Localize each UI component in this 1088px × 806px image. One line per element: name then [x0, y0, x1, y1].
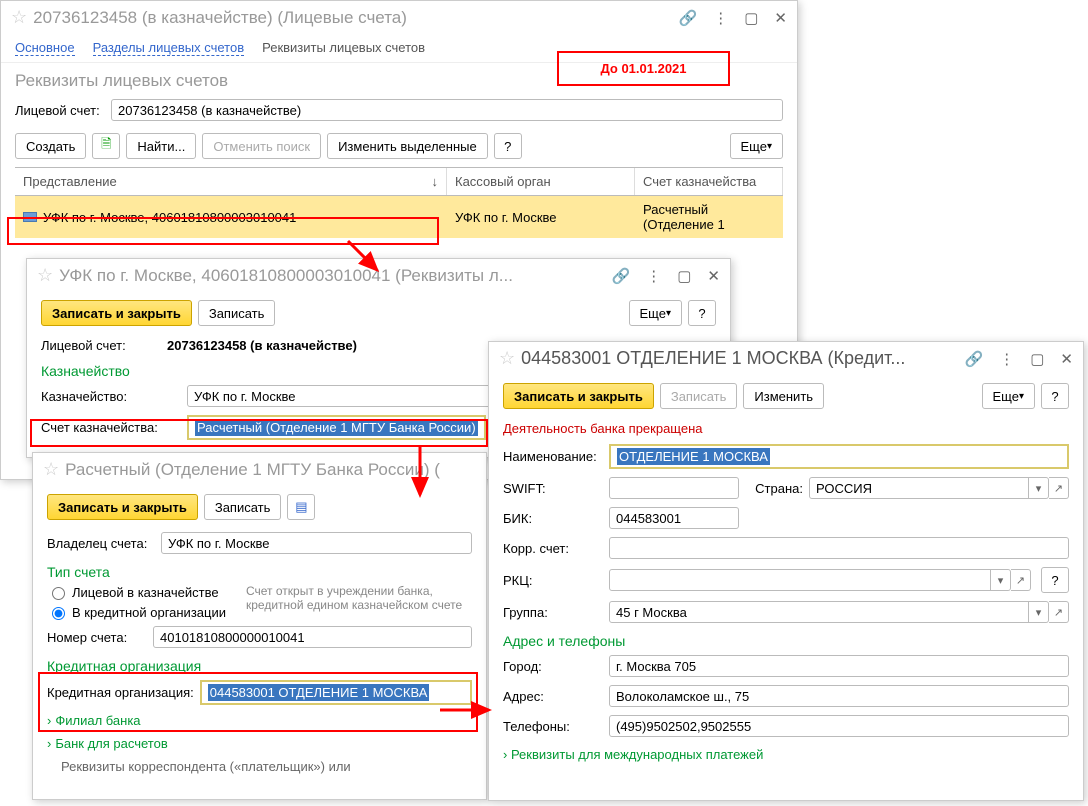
change-selected-button[interactable]: Изменить выделенные	[327, 133, 488, 159]
maximize-icon[interactable]: ▢	[744, 9, 758, 27]
country-input[interactable]: РОССИЯ	[809, 477, 1029, 499]
tab-main[interactable]: Основное	[15, 40, 75, 56]
number-input[interactable]: 40101810800000010041	[153, 626, 472, 648]
country-label: Страна:	[753, 481, 803, 496]
menu-icon[interactable]: ⋮	[646, 267, 661, 285]
window-title: 20736123458 (в казначействе) (Лицевые сч…	[33, 8, 672, 28]
link-icon[interactable]: 🔗	[612, 267, 631, 285]
star-icon[interactable]: ☆	[11, 7, 27, 28]
treasury-label: Казначейство:	[41, 389, 181, 404]
address-title: Адрес и телефоны	[489, 627, 1083, 651]
open-icon[interactable]: ↗	[1049, 601, 1069, 623]
red-notice: До 01.01.2021	[557, 51, 730, 86]
more-button[interactable]: Еще ▾	[730, 133, 783, 159]
bik-label: БИК:	[503, 511, 603, 526]
link-icon[interactable]: 🔗	[679, 9, 698, 27]
account-label: Лицевой счет:	[15, 103, 105, 118]
more-button[interactable]: Еще ▾	[982, 383, 1035, 409]
open-icon[interactable]: ↗	[1049, 477, 1069, 499]
cancel-search-button: Отменить поиск	[202, 133, 321, 159]
name-label: Наименование:	[503, 449, 603, 464]
help-button[interactable]: ?	[494, 133, 522, 159]
swift-label: SWIFT:	[503, 481, 603, 496]
city-input[interactable]: г. Москва 705	[609, 655, 1069, 677]
dropdown-icon[interactable]: ▾	[991, 569, 1011, 591]
phone-input[interactable]: (495)9502502,9502555	[609, 715, 1069, 737]
swift-input[interactable]	[609, 477, 739, 499]
change-button[interactable]: Изменить	[743, 383, 824, 409]
close-icon[interactable]: ✕	[707, 267, 720, 285]
maximize-icon[interactable]: ▢	[677, 267, 691, 285]
star-icon[interactable]: ☆	[499, 348, 515, 369]
corr-requisites: Реквизиты корреспондента («плательщик») …	[33, 755, 486, 778]
list-button[interactable]: ▤	[287, 494, 315, 520]
corr-label: Корр. счет:	[503, 541, 603, 556]
account-label: Лицевой счет:	[41, 338, 161, 353]
group-label: Группа:	[503, 605, 603, 620]
hint-text: Счет открыт в учреждении банка, кредитно…	[240, 582, 486, 622]
city-label: Город:	[503, 659, 603, 674]
expand-bank[interactable]: ›Банк для расчетов	[33, 732, 486, 755]
create-button[interactable]: Создать	[15, 133, 86, 159]
col-treasury-account[interactable]: Счет казначейства	[635, 168, 783, 195]
bik-input[interactable]: 044583001	[609, 507, 739, 529]
radio-credit-org[interactable]	[52, 607, 65, 620]
close-icon[interactable]: ✕	[1060, 350, 1073, 368]
help-button[interactable]: ?	[1041, 383, 1069, 409]
rkc-input[interactable]	[609, 569, 991, 591]
tab-requisites[interactable]: Реквизиты лицевых счетов	[262, 40, 425, 56]
save-button[interactable]: Записать	[204, 494, 282, 520]
link-icon[interactable]: 🔗	[965, 350, 984, 368]
type-title: Тип счета	[33, 558, 486, 582]
expand-intl[interactable]: › Реквизиты для международных платежей	[489, 741, 1083, 768]
close-icon[interactable]: ✕	[774, 9, 787, 27]
help-button[interactable]: ?	[688, 300, 716, 326]
help-rkc-button[interactable]: ?	[1041, 567, 1069, 593]
save-close-button[interactable]: Записать и закрыть	[47, 494, 198, 520]
save-button[interactable]: Записать	[198, 300, 276, 326]
copy-button[interactable]: 🗎	[92, 133, 120, 159]
address-input[interactable]: Волоколамское ш., 75	[609, 685, 1069, 707]
menu-icon[interactable]: ⋮	[713, 9, 728, 27]
maximize-icon[interactable]: ▢	[1030, 350, 1044, 368]
col-cash-organ[interactable]: Кассовый орган	[447, 168, 635, 195]
more-button[interactable]: Еще ▾	[629, 300, 682, 326]
save-close-button[interactable]: Записать и закрыть	[503, 383, 654, 409]
rkc-label: РКЦ:	[503, 573, 603, 588]
window-title: УФК по г. Москве, 40601810800003010041 (…	[59, 266, 605, 286]
star-icon[interactable]: ☆	[37, 265, 53, 286]
account-value: 20736123458 (в казначействе)	[167, 338, 357, 353]
bank-status: Деятельность банка прекращена	[489, 417, 1083, 440]
red-highlight-org	[38, 672, 478, 732]
menu-icon[interactable]: ⋮	[999, 350, 1014, 368]
radio-treasury[interactable]	[52, 587, 65, 600]
dropdown-icon[interactable]: ▾	[1029, 601, 1049, 623]
save-button: Записать	[660, 383, 738, 409]
owner-input[interactable]: УФК по г. Москве	[161, 532, 472, 554]
dropdown-icon[interactable]: ▾	[1029, 477, 1049, 499]
find-button[interactable]: Найти...	[126, 133, 196, 159]
address-label: Адрес:	[503, 689, 603, 704]
phone-label: Телефоны:	[503, 719, 603, 734]
owner-label: Владелец счета:	[47, 536, 155, 551]
tab-sections[interactable]: Разделы лицевых счетов	[93, 40, 245, 56]
number-label: Номер счета:	[47, 630, 147, 645]
save-close-button[interactable]: Записать и закрыть	[41, 300, 192, 326]
col-representation[interactable]: Представление↓	[15, 168, 447, 195]
group-input[interactable]: 45 г Москва	[609, 601, 1029, 623]
window-title: 044583001 ОТДЕЛЕНИЕ 1 МОСКВА (Кредит...	[521, 348, 958, 369]
name-value[interactable]: ОТДЕЛЕНИЕ 1 МОСКВА	[609, 444, 1069, 469]
star-icon[interactable]: ☆	[43, 459, 59, 480]
open-icon[interactable]: ↗	[1011, 569, 1031, 591]
account-input[interactable]: 20736123458 (в казначействе)	[111, 99, 783, 121]
corr-input[interactable]	[609, 537, 1069, 559]
